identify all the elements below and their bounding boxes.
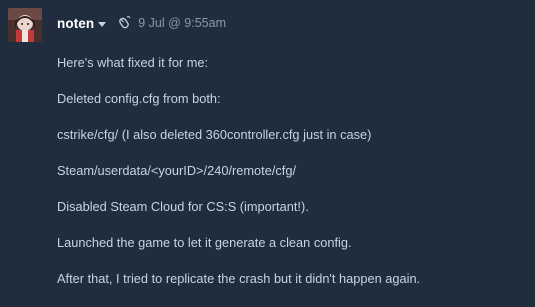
chevron-down-icon[interactable]: [98, 21, 107, 27]
post-body: Here's what fixed it for me: Deleted con…: [57, 55, 517, 307]
post-timestamp: 9 Jul @ 9:55am: [138, 16, 226, 30]
post-line: After that, I tried to replicate the cra…: [57, 271, 421, 286]
post-line: Launched the game to let it generate a c…: [57, 235, 352, 250]
forum-post: noten 9 Jul @ 9:55am Here's what fixed i…: [0, 0, 535, 305]
avatar[interactable]: [8, 8, 42, 42]
avatar-image: [8, 8, 42, 42]
mouse-icon: [116, 15, 132, 31]
post-line: Deleted config.cfg from both:: [57, 91, 221, 106]
post-line: Disabled Steam Cloud for CS:S (important…: [57, 199, 309, 214]
post-line: Steam/userdata/<yourID>/240/remote/cfg/: [57, 163, 297, 178]
post-line: cstrike/cfg/ (I also deleted 360controll…: [57, 127, 372, 142]
post-header: noten 9 Jul @ 9:55am: [57, 14, 226, 32]
author-name[interactable]: noten: [57, 16, 94, 31]
post-line: Here's what fixed it for me:: [57, 55, 209, 70]
